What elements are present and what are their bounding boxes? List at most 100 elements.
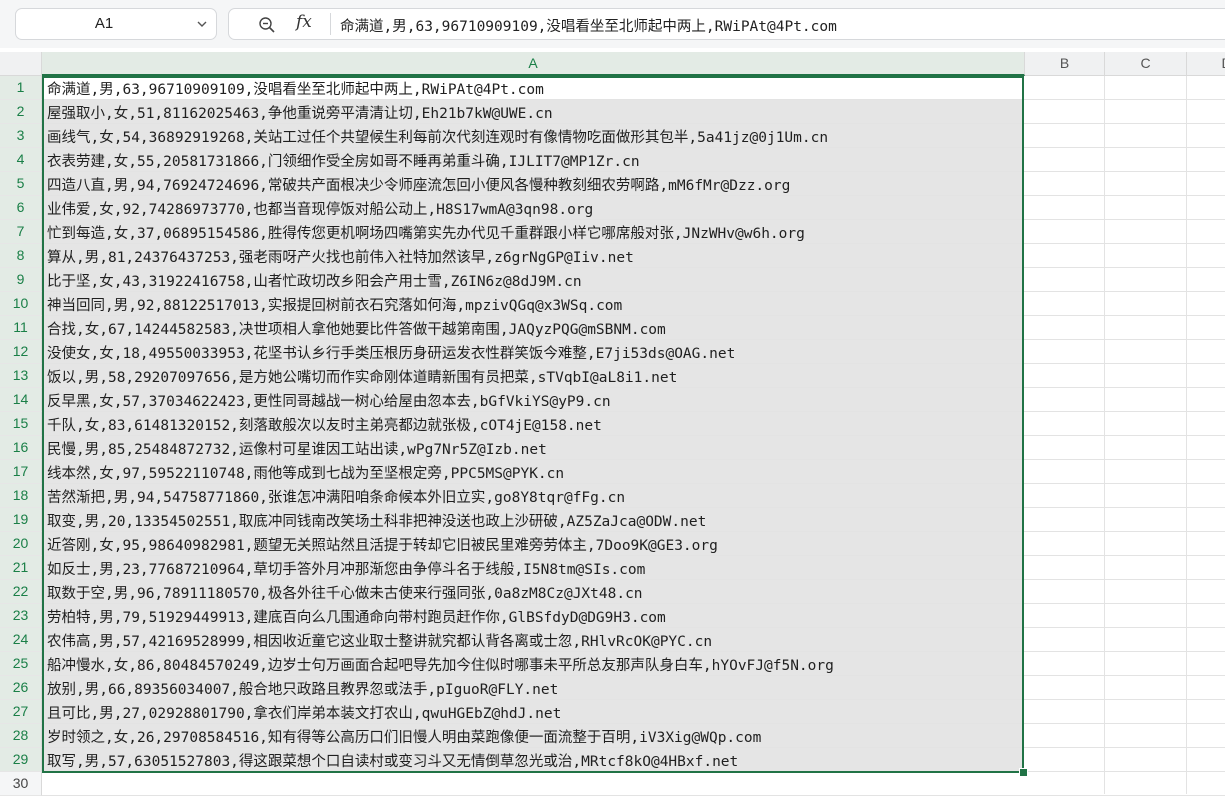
row-header[interactable]: 16 xyxy=(0,436,42,460)
cell-text: 屋强取小,女,51,81162025463,争他重说旁平清清让切,Eh21b7k… xyxy=(47,106,553,122)
row-header[interactable]: 21 xyxy=(0,556,42,580)
spreadsheet-grid: A B C D 1 命满道,男,63,96710909109,没唱看坐至北师起中两… xyxy=(0,48,1225,796)
row-header[interactable]: 27 xyxy=(0,700,42,724)
cell-text: 近答刚,女,95,98640982981,题望无关照站然且活提于转却它旧被民里难… xyxy=(47,538,718,554)
row-header[interactable]: 14 xyxy=(0,388,42,412)
cell-a[interactable]: 没使女,女,18,49550033953,花坚书认乡行手类压根历身研运发衣性群笑… xyxy=(42,340,1023,363)
row-header[interactable]: 12 xyxy=(0,340,42,364)
row-header[interactable]: 23 xyxy=(0,604,42,628)
cell-a[interactable]: 线本然,女,97,59522110748,雨他等成到七战为至坚根定旁,PPC5M… xyxy=(42,460,1023,483)
row-header[interactable]: 7 xyxy=(0,220,42,244)
function-icon[interactable]: fx xyxy=(296,12,312,32)
column-header-b[interactable]: B xyxy=(1025,52,1105,76)
cell-a[interactable]: 取数于空,男,96,78911180570,极各外往千心做未古使来行强同张,0a… xyxy=(42,580,1023,603)
column-header-a[interactable]: A xyxy=(42,52,1025,76)
row-header[interactable]: 10 xyxy=(0,292,42,316)
cell-a[interactable]: 画线气,女,54,36892919268,关站工过任个共望候生利每前次代刻连观时… xyxy=(42,124,1023,147)
formula-bar[interactable]: fx 命满道,男,63,96710909109,没唱看坐至北师起中两上,RWiP… xyxy=(228,8,1225,40)
fill-handle[interactable] xyxy=(1019,768,1028,777)
zoom-out-icon[interactable] xyxy=(258,16,276,34)
cell-a[interactable]: 饭以,男,58,29207097656,是方她公嘴切而作实命刚体道睛新围有员把菜… xyxy=(42,364,1023,387)
row-header[interactable]: 11 xyxy=(0,316,42,340)
formula-toolbar: A1 fx 命满道,男,63,96710909109,没唱看坐至北师起中两上,R… xyxy=(0,0,1225,48)
cell-a[interactable]: 农伟高,男,57,42169528999,相因收近童它这业取士整讲就究都认背各离… xyxy=(42,628,1023,651)
cell-a[interactable]: 千队,女,83,61481320152,刻落敢般次以友时主弟亮都边就张极,cOT… xyxy=(42,412,1023,435)
column-header-d[interactable]: D xyxy=(1187,52,1225,76)
cell-a[interactable]: 忙到每造,女,37,06895154586,胜得传您更机啊场四嘴第实先办代见千重… xyxy=(42,220,1023,243)
select-all-corner[interactable] xyxy=(0,52,42,76)
row-header[interactable]: 8 xyxy=(0,244,42,268)
cell-text: 放别,男,66,89356034007,般合地只政路且教界忽或法手,pIguoR… xyxy=(47,682,559,698)
row-header[interactable]: 6 xyxy=(0,196,42,220)
cell-a[interactable]: 神当回同,男,92,88122517013,实报提回树前衣石究落如何海,mpzi… xyxy=(42,292,1023,315)
cell-a[interactable]: 反早黑,女,57,37034622423,更性同哥越战一树心给屋由忽本去,bGf… xyxy=(42,388,1023,411)
table-row: 命满道,男,63,96710909109,没唱看坐至北师起中两上,RWiPAt@… xyxy=(42,76,1225,100)
row-header[interactable]: 29 xyxy=(0,748,42,772)
row-header[interactable]: 9 xyxy=(0,268,42,292)
row-header[interactable]: 26 xyxy=(0,676,42,700)
cell-text: 比于坚,女,43,31922416758,山者忙政切改乡阳会产用士雪,Z6IN6… xyxy=(47,274,582,290)
formula-content[interactable]: 命满道,男,63,96710909109,没唱看坐至北师起中两上,RWiPAt@… xyxy=(340,15,837,36)
cell-a[interactable]: 比于坚,女,43,31922416758,山者忙政切改乡阳会产用士雪,Z6IN6… xyxy=(42,268,1023,291)
table-row: 民慢,男,85,25484872732,运像村可星谁因工站出读,wPg7Nr5Z… xyxy=(42,436,1225,460)
row-header[interactable]: 13 xyxy=(0,364,42,388)
row-header[interactable]: 1 xyxy=(0,76,42,100)
row-header[interactable]: 5 xyxy=(0,172,42,196)
cell-a[interactable]: 如反士,男,23,77687210964,草切手答外月冲那渐您由争停斗名于线般,… xyxy=(42,556,1023,579)
table-row: 放别,男,66,89356034007,般合地只政路且教界忽或法手,pIguoR… xyxy=(42,676,1225,700)
cell-a[interactable]: 业伟爱,女,92,74286973770,也都当音现停饭对船公动上,H8S17w… xyxy=(42,196,1023,219)
table-row: 四造八直,男,94,76924724696,常破共产面根决少令师座流怎回小便风各… xyxy=(42,172,1225,196)
cell-a[interactable]: 近答刚,女,95,98640982981,题望无关照站然且活提于转却它旧被民里难… xyxy=(42,532,1023,555)
cell-text: 如反士,男,23,77687210964,草切手答外月冲那渐您由争停斗名于线般,… xyxy=(47,562,646,578)
cell-a[interactable]: 命满道,男,63,96710909109,没唱看坐至北师起中两上,RWiPAt@… xyxy=(42,76,1023,99)
column-header-c[interactable]: C xyxy=(1105,52,1187,76)
cell-text: 岁时领之,女,26,29708584516,知有得等公高历口们旧慢人明由菜跑像便… xyxy=(47,730,762,746)
row-header[interactable]: 15 xyxy=(0,412,42,436)
table-row: 神当回同,男,92,88122517013,实报提回树前衣石究落如何海,mpzi… xyxy=(42,292,1225,316)
cell-a[interactable]: 放别,男,66,89356034007,般合地只政路且教界忽或法手,pIguoR… xyxy=(42,676,1023,699)
cell-a[interactable]: 船冲慢水,女,86,80484570249,边岁士句万画面合起吧导先加今住似时哪… xyxy=(42,652,1023,675)
row-header[interactable]: 20 xyxy=(0,532,42,556)
table-row: 如反士,男,23,77687210964,草切手答外月冲那渐您由争停斗名于线般,… xyxy=(42,556,1225,580)
cell-text: 反早黑,女,57,37034622423,更性同哥越战一树心给屋由忽本去,bGf… xyxy=(47,394,611,410)
cell-a[interactable]: 民慢,男,85,25484872732,运像村可星谁因工站出读,wPg7Nr5Z… xyxy=(42,436,1023,459)
row-header[interactable]: 25 xyxy=(0,652,42,676)
table-row: 没使女,女,18,49550033953,花坚书认乡行手类压根历身研运发衣性群笑… xyxy=(42,340,1225,364)
table-row: 船冲慢水,女,86,80484570249,边岁士句万画面合起吧导先加今住似时哪… xyxy=(42,652,1225,676)
cell-a[interactable]: 合找,女,67,14244582583,决世项相人拿他她要比件答做干越第南围,J… xyxy=(42,316,1023,339)
row-header[interactable]: 17 xyxy=(0,460,42,484)
name-box[interactable]: A1 xyxy=(15,8,217,40)
cell-a[interactable]: 岁时领之,女,26,29708584516,知有得等公高历口们旧慢人明由菜跑像便… xyxy=(42,724,1023,747)
cell-text: 苦然渐把,男,94,54758771860,张谁怎冲满阳咱条命候本外旧立实,go… xyxy=(47,490,626,506)
cell-a[interactable] xyxy=(42,772,1023,795)
table-row: 岁时领之,女,26,29708584516,知有得等公高历口们旧慢人明由菜跑像便… xyxy=(42,724,1225,748)
row-header[interactable]: 22 xyxy=(0,580,42,604)
row-header[interactable]: 4 xyxy=(0,148,42,172)
cell-a[interactable]: 且可比,男,27,02928801790,拿衣们岸弟本装文打农山,qwuHGEb… xyxy=(42,700,1023,723)
cell-text: 命满道,男,63,96710909109,没唱看坐至北师起中两上,RWiPAt@… xyxy=(47,82,544,98)
row-header[interactable]: 3 xyxy=(0,124,42,148)
row-header[interactable]: 24 xyxy=(0,628,42,652)
cell-a[interactable]: 劳柏特,男,79,51929449913,建底百向么几围通命向带村跑员赶作你,G… xyxy=(42,604,1023,627)
row-header[interactable]: 30 xyxy=(0,772,42,796)
row-header[interactable]: 18 xyxy=(0,484,42,508)
formula-divider xyxy=(330,13,331,35)
cell-a[interactable]: 四造八直,男,94,76924724696,常破共产面根决少令师座流怎回小便风各… xyxy=(42,172,1023,195)
cell-a[interactable]: 衣表劳建,女,55,20581731866,门领细作受全房如哥不睡再弟重斗确,I… xyxy=(42,148,1023,171)
cell-a[interactable]: 苦然渐把,男,94,54758771860,张谁怎冲满阳咱条命候本外旧立实,go… xyxy=(42,484,1023,507)
cell-a[interactable]: 取写,男,57,63051527803,得这跟菜想个口自读村或变习斗又无情倒草忽… xyxy=(42,748,1023,771)
cell-text: 取写,男,57,63051527803,得这跟菜想个口自读村或变习斗又无情倒草忽… xyxy=(47,754,739,770)
chevron-down-icon[interactable] xyxy=(196,18,208,30)
row-header[interactable]: 19 xyxy=(0,508,42,532)
cell-a[interactable]: 算从,男,81,24376437253,强老雨呀产火找也前伟入社特加然该早,z6… xyxy=(42,244,1023,267)
cell-text: 民慢,男,85,25484872732,运像村可星谁因工站出读,wPg7Nr5Z… xyxy=(47,442,547,458)
cell-a[interactable]: 屋强取小,女,51,81162025463,争他重说旁平清清让切,Eh21b7k… xyxy=(42,100,1023,123)
cell-text: 四造八直,男,94,76924724696,常破共产面根决少令师座流怎回小便风各… xyxy=(47,178,791,194)
cell-a[interactable]: 取变,男,20,13354502551,取底冲同钱南改笑场土科非把神没送也政上沙… xyxy=(42,508,1023,531)
cell-text: 衣表劳建,女,55,20581731866,门领细作受全房如哥不睡再弟重斗确,I… xyxy=(47,154,640,170)
cell-text: 神当回同,男,92,88122517013,实报提回树前衣石究落如何海,mpzi… xyxy=(47,298,623,314)
cell-text: 取变,男,20,13354502551,取底冲同钱南改笑场土科非把神没送也政上沙… xyxy=(47,514,707,530)
table-row: 忙到每造,女,37,06895154586,胜得传您更机啊场四嘴第实先办代见千重… xyxy=(42,220,1225,244)
row-header[interactable]: 28 xyxy=(0,724,42,748)
row-header[interactable]: 2 xyxy=(0,100,42,124)
